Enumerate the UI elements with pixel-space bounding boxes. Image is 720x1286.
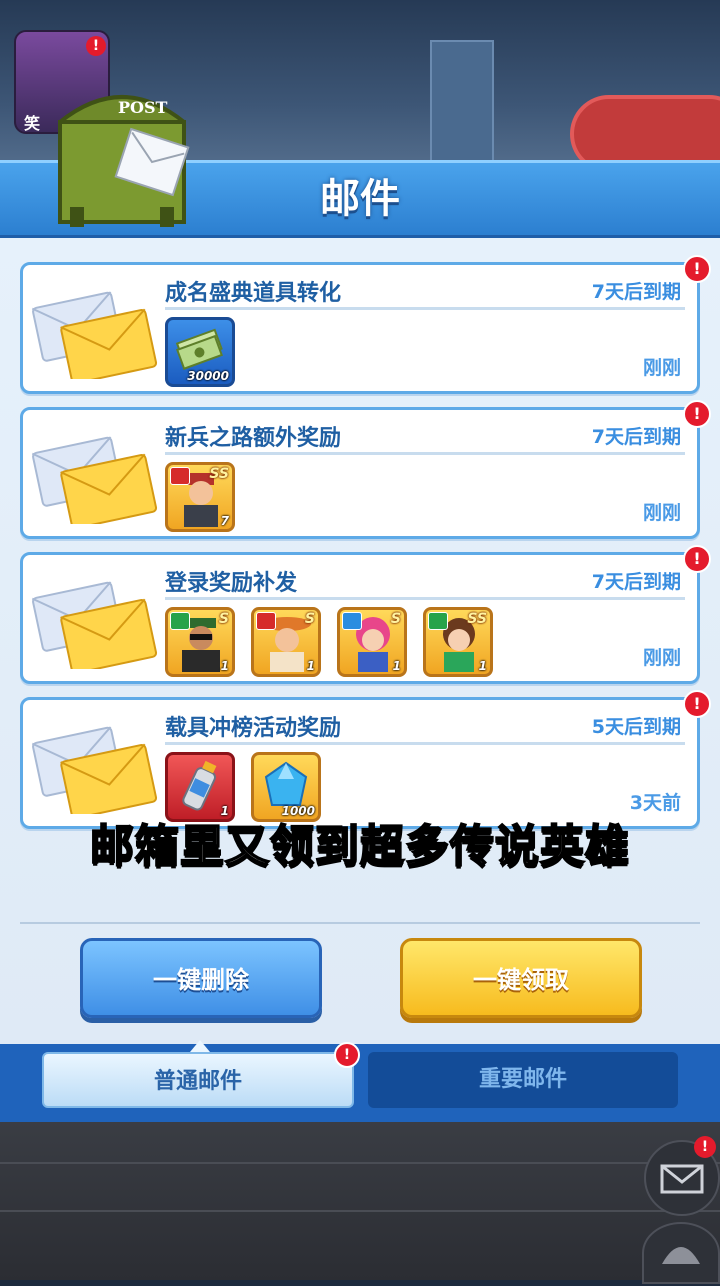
class-icon — [428, 612, 448, 630]
item-count: 1 — [220, 659, 229, 673]
mail-title: 成名盛典道具转化 — [165, 281, 342, 306]
divider — [20, 922, 700, 924]
reward-item[interactable]: S 1 — [251, 607, 321, 677]
notification-badge: ! — [86, 36, 106, 56]
claim-all-button[interactable]: 一键领取 — [400, 938, 642, 1018]
video-subtitle: 邮箱里又领到超多传说英雄 — [89, 820, 630, 873]
divider — [165, 307, 685, 310]
divider — [165, 742, 685, 745]
item-count: 1 — [478, 659, 487, 673]
envelope-icon — [31, 436, 158, 524]
reward-item[interactable]: SS 1 — [423, 607, 493, 677]
notification-badge: ! — [694, 1136, 716, 1158]
mail-title: 新兵之路额外奖励 — [165, 426, 342, 451]
floor-line — [0, 1162, 720, 1164]
tab-label: 重要邮件 — [478, 1067, 567, 1092]
hero-rank: S — [390, 611, 401, 627]
divider — [165, 597, 685, 600]
item-count: 30000 — [187, 369, 229, 383]
floor-line — [0, 1210, 720, 1212]
mail-expiry: 5天后到期 — [591, 716, 681, 738]
mail-expiry: 7天后到期 — [591, 426, 681, 448]
mailbox-sign: POST — [118, 98, 168, 117]
unread-badge: ! — [683, 545, 711, 573]
mail-time: 刚刚 — [642, 357, 681, 379]
class-icon — [342, 612, 362, 630]
unread-badge: ! — [683, 690, 711, 718]
mail-card[interactable]: 新兵之路额外奖励 7天后到期 刚刚 SS 7 ! — [20, 400, 711, 539]
class-icon — [170, 612, 190, 630]
mail-time: 刚刚 — [642, 502, 681, 524]
mail-title: 载具冲榜活动奖励 — [165, 716, 342, 741]
mail-expiry: 7天后到期 — [591, 281, 681, 303]
mail-time: 刚刚 — [642, 647, 681, 669]
item-count: 1 — [392, 659, 401, 673]
reward-item[interactable]: SS 7 — [165, 462, 235, 532]
floor-background — [0, 1120, 720, 1280]
envelope-icon — [31, 581, 158, 669]
mail-card[interactable]: 成名盛典道具转化 7天后到期 刚刚 30000 ! — [20, 255, 711, 394]
item-count: 7 — [220, 514, 229, 528]
mail-title: 登录奖励补发 — [165, 571, 298, 596]
reward-item[interactable]: S 1 — [337, 607, 407, 677]
top-left-avatar-label: 笑 — [24, 114, 41, 133]
hero-rank: S — [304, 611, 315, 627]
hero-rank: S — [218, 611, 229, 627]
hero-rank: SS — [467, 611, 487, 627]
helmet-icon — [662, 1247, 700, 1264]
envelope-icon — [31, 726, 158, 814]
reward-item[interactable]: S 1 — [165, 607, 235, 677]
side-helmet-button[interactable] — [642, 1222, 720, 1284]
tab-label: 普通邮件 — [153, 1069, 242, 1094]
notification-badge: ! — [334, 1042, 360, 1068]
divider — [165, 452, 685, 455]
tab-indicator — [190, 1040, 210, 1052]
envelope-icon — [31, 291, 158, 379]
hero-rank: SS — [209, 466, 229, 482]
tab-normal-mail[interactable]: 普通邮件 ! — [42, 1042, 360, 1108]
background-tower — [430, 40, 494, 174]
reward-item[interactable]: 30000 — [165, 317, 235, 387]
class-icon — [170, 467, 190, 485]
item-count: 1 — [306, 659, 315, 673]
unread-badge: ! — [683, 400, 711, 428]
side-mail-button[interactable]: ! — [644, 1136, 720, 1216]
mail-expiry: 7天后到期 — [591, 571, 681, 593]
mailbox-icon: POST — [52, 82, 192, 232]
unread-badge: ! — [683, 255, 711, 283]
tab-important-mail[interactable]: 重要邮件 — [368, 1052, 678, 1108]
class-icon — [256, 612, 276, 630]
delete-all-button[interactable]: 一键删除 — [80, 938, 322, 1018]
mail-card[interactable]: 登录奖励补发 7天后到期 刚刚 S 1 S 1 S 1 SS 1 ! — [20, 545, 711, 684]
